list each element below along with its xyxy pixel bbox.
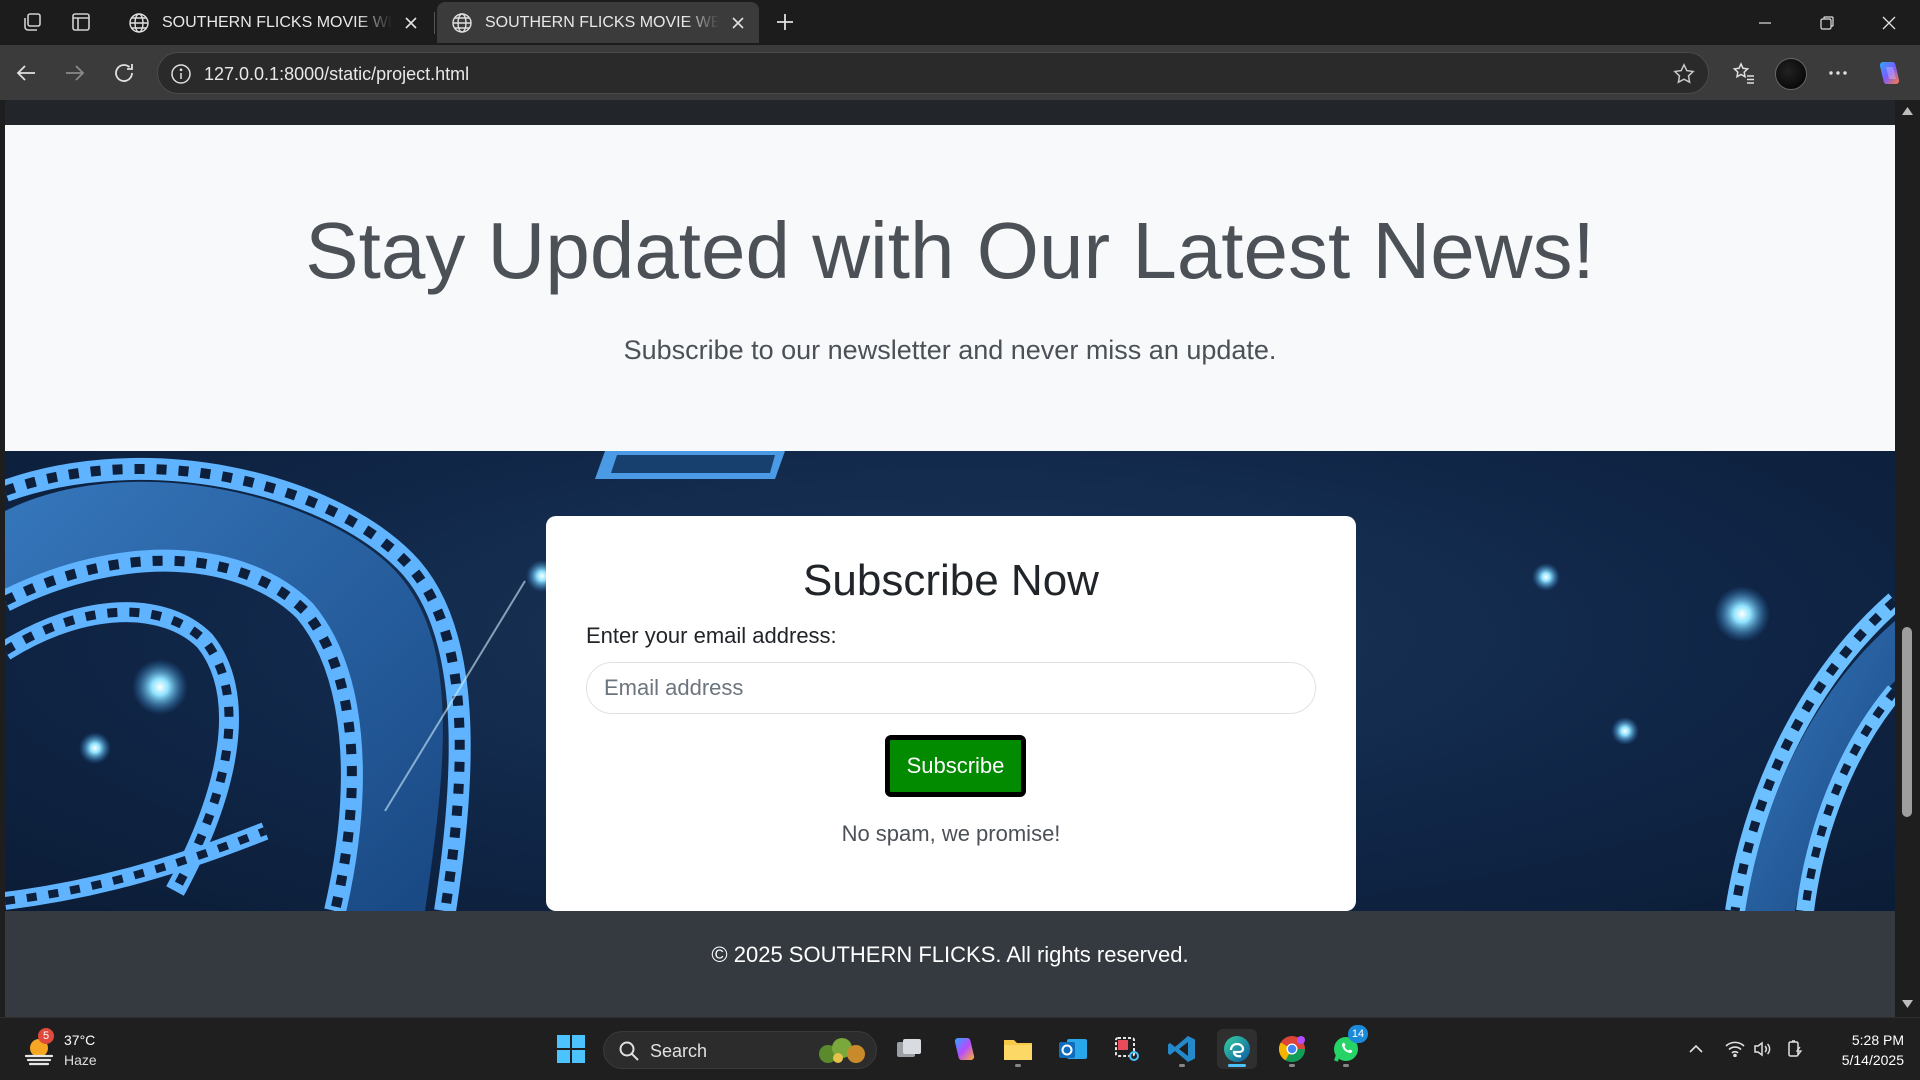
search-highlight-icon <box>819 1038 865 1063</box>
volume-icon[interactable] <box>1752 1038 1774 1060</box>
clock-date: 5/14/2025 <box>1841 1052 1904 1068</box>
email-input[interactable] <box>586 662 1316 714</box>
more-icon[interactable] <box>1822 57 1854 89</box>
page-viewport: Stay Updated with Our Latest News! Subsc… <box>0 100 1920 1017</box>
file-explorer-icon[interactable] <box>998 1029 1038 1069</box>
forward-icon[interactable] <box>59 57 91 89</box>
hero-subtitle: Subscribe to our newsletter and never mi… <box>623 335 1277 365</box>
system-clock[interactable]: 5:28 PM 5/14/2025 <box>1818 1030 1904 1070</box>
profile-avatar[interactable] <box>1775 58 1807 90</box>
whatsapp-badge: 14 <box>1348 1025 1368 1043</box>
window-close-icon[interactable] <box>1858 0 1920 45</box>
favorites-icon[interactable] <box>1728 57 1760 89</box>
subscribe-card: Subscribe Now Enter your email address: … <box>546 516 1356 911</box>
copilot-icon[interactable] <box>1873 57 1905 89</box>
tab-1[interactable]: SOUTHERN FLICKS MOVIE WEBSITE <box>114 2 432 43</box>
tab-separator <box>434 12 435 34</box>
running-indicator <box>1289 1064 1295 1067</box>
restore-icon[interactable] <box>1796 0 1858 45</box>
subscribe-heading: Subscribe Now <box>803 556 1099 605</box>
minimize-icon[interactable] <box>1734 0 1796 45</box>
scroll-down-icon[interactable] <box>1901 999 1914 1009</box>
windows-taskbar: 5 37°C Haze Search 14 5:28 PM 5/14/2025 <box>0 1017 1920 1080</box>
info-icon[interactable] <box>170 63 192 85</box>
globe-icon <box>452 12 472 33</box>
show-hidden-icons-icon[interactable] <box>1685 1038 1707 1060</box>
weather-badge: 5 <box>38 1028 54 1044</box>
tab-title: SOUTHERN FLICKS MOVIE WEBSITE <box>162 13 392 31</box>
search-icon <box>619 1041 639 1061</box>
active-indicator <box>1228 1064 1246 1067</box>
close-icon[interactable] <box>727 12 749 34</box>
newsletter-hero: Stay Updated with Our Latest News! Subsc… <box>5 125 1895 451</box>
email-label: Enter your email address: <box>586 623 837 648</box>
tab-title: SOUTHERN FLICKS MOVIE WEBSITE <box>485 13 719 31</box>
search-label: Search <box>650 1041 708 1061</box>
tab-2[interactable]: SOUTHERN FLICKS MOVIE WEBSITE <box>437 2 759 43</box>
taskbar-search[interactable]: Search <box>603 1031 877 1069</box>
battery-icon[interactable] <box>1784 1038 1806 1060</box>
browser-toolbar: 127.0.0.1:8000/static/project.html <box>0 45 1920 100</box>
weather-condition: Haze <box>64 1052 97 1068</box>
hero-title: Stay Updated with Our Latest News! <box>305 206 1595 295</box>
globe-icon <box>129 12 149 33</box>
navbar-strip <box>5 100 1895 125</box>
no-spam-note: No spam, we promise! <box>841 821 1061 846</box>
running-indicator <box>1343 1064 1349 1067</box>
task-view-icon[interactable] <box>889 1029 929 1069</box>
site-footer: © 2025 SOUTHERN FLICKS. All rights reser… <box>5 911 1895 1017</box>
chrome-icon[interactable] <box>1272 1029 1312 1069</box>
copilot-app-icon[interactable] <box>944 1029 984 1069</box>
workspaces-icon[interactable] <box>17 8 47 36</box>
back-icon[interactable] <box>10 57 42 89</box>
favorite-star-icon[interactable] <box>1672 62 1696 86</box>
address-bar[interactable]: 127.0.0.1:8000/static/project.html <box>157 52 1709 94</box>
outlook-icon[interactable] <box>1053 1029 1093 1069</box>
copyright-text: © 2025 SOUTHERN FLICKS. All rights reser… <box>711 942 1189 967</box>
snipping-tool-icon[interactable] <box>1107 1029 1147 1069</box>
vscode-icon[interactable] <box>1162 1029 1202 1069</box>
clock-time: 5:28 PM <box>1851 1032 1904 1048</box>
subscribe-button[interactable]: Subscribe <box>885 735 1026 797</box>
running-indicator <box>1179 1064 1185 1067</box>
running-indicator <box>1015 1064 1021 1067</box>
new-tab-icon[interactable] <box>770 8 800 36</box>
tab-actions-icon[interactable] <box>66 8 96 36</box>
scroll-up-icon[interactable] <box>1901 106 1914 116</box>
scrollbar-thumb[interactable] <box>1902 627 1912 817</box>
page-scrollbar[interactable] <box>1895 100 1920 1017</box>
weather-widget[interactable]: 5 37°C Haze <box>22 1028 142 1072</box>
browser-tab-bar: SOUTHERN FLICKS MOVIE WEBSITE SOUTHERN F… <box>0 0 1920 45</box>
refresh-icon[interactable] <box>108 57 140 89</box>
weather-temp: 37°C <box>64 1032 96 1048</box>
web-page: Stay Updated with Our Latest News! Subsc… <box>5 100 1895 1017</box>
edge-icon[interactable] <box>1217 1029 1257 1069</box>
wifi-icon[interactable] <box>1724 1038 1746 1060</box>
whatsapp-icon[interactable]: 14 <box>1326 1025 1368 1069</box>
close-icon[interactable] <box>400 12 422 34</box>
start-icon[interactable] <box>551 1029 591 1069</box>
url-text[interactable]: 127.0.0.1:8000/static/project.html <box>204 64 469 85</box>
